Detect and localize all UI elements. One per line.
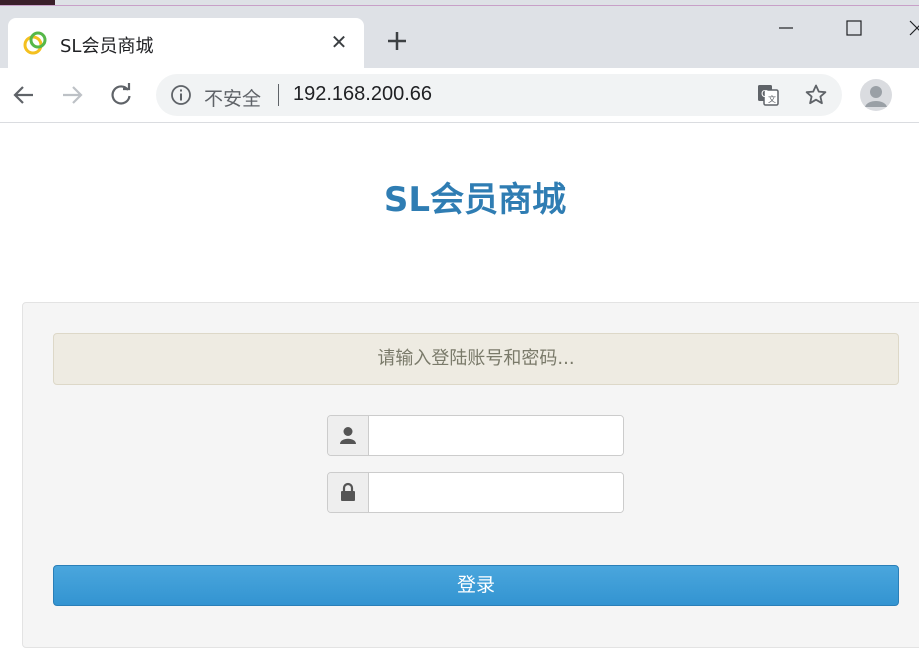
omnibox-separator — [278, 84, 279, 106]
page-title: SL会员商城 — [383, 180, 567, 220]
browser-tab[interactable]: SL会员商城 ✕ — [8, 18, 364, 68]
reload-icon[interactable] — [107, 81, 135, 109]
lock-icon — [341, 482, 355, 501]
toolbar: 不安全 192.168.200.66 G 文 — [0, 68, 919, 123]
security-label: 不安全 — [204, 88, 262, 110]
password-group — [327, 472, 624, 513]
window-close-icon[interactable] — [905, 16, 919, 40]
password-addon — [328, 473, 369, 512]
info-icon[interactable] — [170, 84, 192, 106]
url-text[interactable]: 192.168.200.66 — [293, 83, 432, 106]
username-group — [327, 415, 624, 456]
svg-text:文: 文 — [768, 94, 776, 104]
tab-title: SL会员商城 — [60, 36, 154, 57]
password-input[interactable] — [369, 473, 623, 512]
address-bar[interactable]: 不安全 192.168.200.66 G 文 — [156, 74, 842, 116]
star-icon[interactable] — [804, 83, 828, 107]
favicon-icon — [23, 31, 47, 55]
username-input[interactable] — [369, 416, 623, 455]
minimize-icon[interactable] — [774, 16, 798, 40]
user-icon — [340, 427, 356, 444]
tab-bar: SL会员商城 ✕ — [0, 6, 919, 68]
plus-icon[interactable] — [384, 28, 410, 54]
login-panel: 请输入登陆账号和密码... 登录 — [22, 302, 919, 648]
back-icon[interactable] — [10, 81, 38, 109]
profile-icon[interactable] — [860, 79, 892, 111]
close-icon[interactable]: ✕ — [328, 31, 350, 53]
maximize-icon[interactable] — [842, 16, 866, 40]
username-addon — [328, 416, 369, 455]
forward-icon[interactable] — [58, 81, 86, 109]
translate-icon[interactable]: G 文 — [756, 83, 780, 107]
login-alert: 请输入登陆账号和密码... — [53, 333, 899, 385]
avatar — [865, 86, 887, 107]
login-button[interactable]: 登录 — [53, 565, 899, 606]
